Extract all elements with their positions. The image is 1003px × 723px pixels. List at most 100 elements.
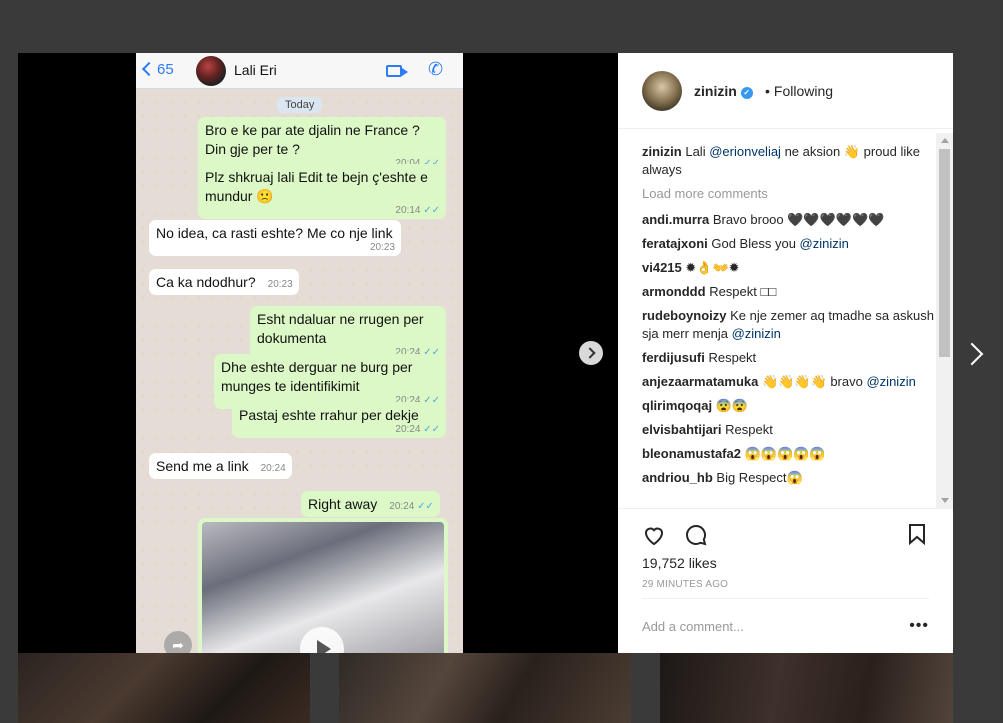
comment-username[interactable]: ferdijusufi: [642, 350, 705, 365]
comment-username[interactable]: qlirimqoqaj: [642, 398, 712, 413]
comment-username[interactable]: rudeboynoizy: [642, 308, 727, 323]
avatar: [196, 56, 226, 86]
comment-username[interactable]: feratajxoni: [642, 236, 708, 251]
chevron-left-icon: [141, 61, 157, 77]
mention-link[interactable]: @zinizin: [866, 374, 915, 389]
comment-item: elvisbahtijari Respekt: [642, 421, 936, 439]
media-next-button[interactable]: [579, 341, 603, 365]
caption-text: Lali: [685, 144, 706, 159]
message-time-value: 20:24: [395, 424, 421, 435]
comment-username[interactable]: andriou_hb: [642, 470, 713, 485]
comment-username[interactable]: bleonamustafa2: [642, 446, 741, 461]
following-status: • Following: [761, 83, 833, 99]
day-label: Today: [277, 97, 323, 113]
username-text[interactable]: zinizin: [694, 83, 737, 99]
message-text: No idea, ca rasti eshte? Me co nje link: [156, 225, 393, 241]
read-ticks-icon: ✓✓: [423, 205, 440, 216]
load-more-comments[interactable]: Load more comments: [642, 185, 936, 203]
message-text: Plz shkruaj lali Edit te bejn ç'eshte e …: [205, 169, 428, 204]
comments-scrollbar[interactable]: [936, 133, 953, 508]
video-call-icon: [386, 65, 408, 77]
post-thumbnail[interactable]: [339, 653, 631, 723]
comment-text: Respekt: [708, 350, 757, 365]
post-modal: 65 Lali Eri ✆ Today Bro e ke par ate dja…: [18, 53, 953, 653]
post-timestamp: 29 MINUTES AGO: [642, 579, 729, 590]
post-username[interactable]: zinizin ✓: [694, 83, 753, 99]
verified-icon: ✓: [740, 87, 753, 99]
comment-text: Respekt □□: [709, 284, 777, 299]
comments-list: zinizin Lali @erionveliaj ne aksion 👋 pr…: [642, 143, 936, 508]
message-text: Ca ka ndodhur?: [156, 274, 256, 290]
forward-icon: ➦: [164, 631, 192, 653]
comment-item: anjezaarmatamuka 👋👋👋👋 bravo @zinizin: [642, 373, 936, 391]
message-time: 20:14 ✓✓: [205, 206, 440, 216]
chat-bubble-out: Right away 20:24 ✓✓: [301, 491, 440, 517]
comment-username[interactable]: anjezaarmatamuka: [642, 374, 758, 389]
comment-item: vi4215 ✹👌👐✹: [642, 259, 936, 277]
unread-count: 65: [157, 61, 174, 78]
read-ticks-icon: ✓✓: [417, 501, 434, 512]
separator-dot: •: [765, 83, 770, 99]
comment-username[interactable]: andi.murra: [642, 212, 709, 227]
following-button[interactable]: Following: [774, 83, 833, 99]
message-time: 20:24 ✓✓: [389, 502, 434, 512]
message-time-value: 20:24: [389, 501, 415, 512]
play-icon: [300, 627, 344, 653]
chat-bubble-out: Pastaj eshte rrahur per dekje 20:24 ✓✓: [232, 402, 446, 438]
comment-text: 😨😨: [715, 398, 749, 413]
message-time: 20:24: [260, 463, 286, 474]
mention-link[interactable]: @zinizin: [800, 236, 849, 251]
chat-screenshot: 65 Lali Eri ✆ Today Bro e ke par ate dja…: [136, 53, 463, 653]
comment-input[interactable]: Add a comment...: [642, 619, 744, 634]
comment-username[interactable]: zinizin: [642, 144, 682, 159]
message-time-value: 20:14: [395, 205, 421, 216]
comment-item: armonddd Respekt □□: [642, 283, 936, 301]
more-options-icon[interactable]: •••: [909, 617, 929, 635]
grid-thumbnails: [18, 653, 953, 723]
video-thumbnail: [202, 522, 444, 653]
scroll-down-icon[interactable]: [941, 498, 949, 503]
message-text: Send me a link: [156, 458, 249, 474]
read-ticks-icon: ✓✓: [423, 424, 440, 435]
post-sidebar: zinizin ✓ • Following zinizin Lali @erionv…: [618, 53, 953, 653]
post-thumbnail[interactable]: [18, 653, 310, 723]
video-message: [198, 518, 448, 653]
like-heart-icon[interactable]: [642, 523, 666, 547]
message-time: 20:24 ✓✓: [239, 425, 440, 435]
scroll-up-icon[interactable]: [941, 138, 949, 143]
next-post-arrow-icon[interactable]: [962, 340, 982, 366]
comment-item: andi.murra Bravo brooo 🖤🖤🖤🖤🖤🖤: [642, 211, 936, 229]
comment-item: qlirimqoqaj 😨😨: [642, 397, 936, 415]
chat-bubble-out: Plz shkruaj lali Edit te bejn ç'eshte e …: [198, 164, 446, 219]
message-text: Right away: [308, 496, 378, 512]
bookmark-icon[interactable]: [908, 523, 926, 545]
comment-username[interactable]: elvisbahtijari: [642, 422, 721, 437]
message-time: 20:23: [267, 279, 293, 290]
comment-text: ✹👌👐✹: [685, 260, 740, 275]
chat-bubble-in: No idea, ca rasti eshte? Me co nje link …: [149, 220, 401, 256]
caption: zinizin Lali @erionveliaj ne aksion 👋 pr…: [642, 143, 936, 179]
chat-bubble-in: Ca ka ndodhur? 20:23: [149, 269, 299, 295]
comment-item: ferdijusufi Respekt: [642, 349, 936, 367]
scrollbar-thumb[interactable]: [939, 149, 950, 357]
post-thumbnail[interactable]: [660, 653, 953, 723]
message-time: 20:23: [369, 242, 395, 253]
chat-bubble-out: Dhe eshte derguar ne burg per munges te …: [214, 354, 446, 409]
comment-text: Big Respect😱: [716, 470, 803, 485]
likes-count[interactable]: 19,752 likes: [642, 555, 717, 571]
post-actions: 19,752 likes 29 MINUTES AGO Add a commen…: [618, 508, 953, 653]
mention-link[interactable]: @erionveliaj: [709, 144, 781, 159]
message-text: Dhe eshte derguar ne burg per munges te …: [221, 359, 413, 394]
avatar[interactable]: [642, 71, 682, 111]
phone-icon: ✆: [428, 59, 444, 79]
comment-username[interactable]: armonddd: [642, 284, 706, 299]
comment-text: Respekt: [725, 422, 773, 437]
contact-name: Lali Eri: [234, 62, 277, 78]
comment-username[interactable]: vi4215: [642, 260, 682, 275]
comment-icon[interactable]: [684, 523, 708, 547]
comment-item: andriou_hb Big Respect😱: [642, 469, 936, 487]
mention-link[interactable]: @zinizin: [732, 326, 781, 341]
comment-text: 👋👋👋👋 bravo: [761, 374, 863, 389]
comment-item: bleonamustafa2 😱😱😱😱😱: [642, 445, 936, 463]
message-text: Esht ndaluar ne rrugen per dokumenta: [257, 311, 424, 346]
